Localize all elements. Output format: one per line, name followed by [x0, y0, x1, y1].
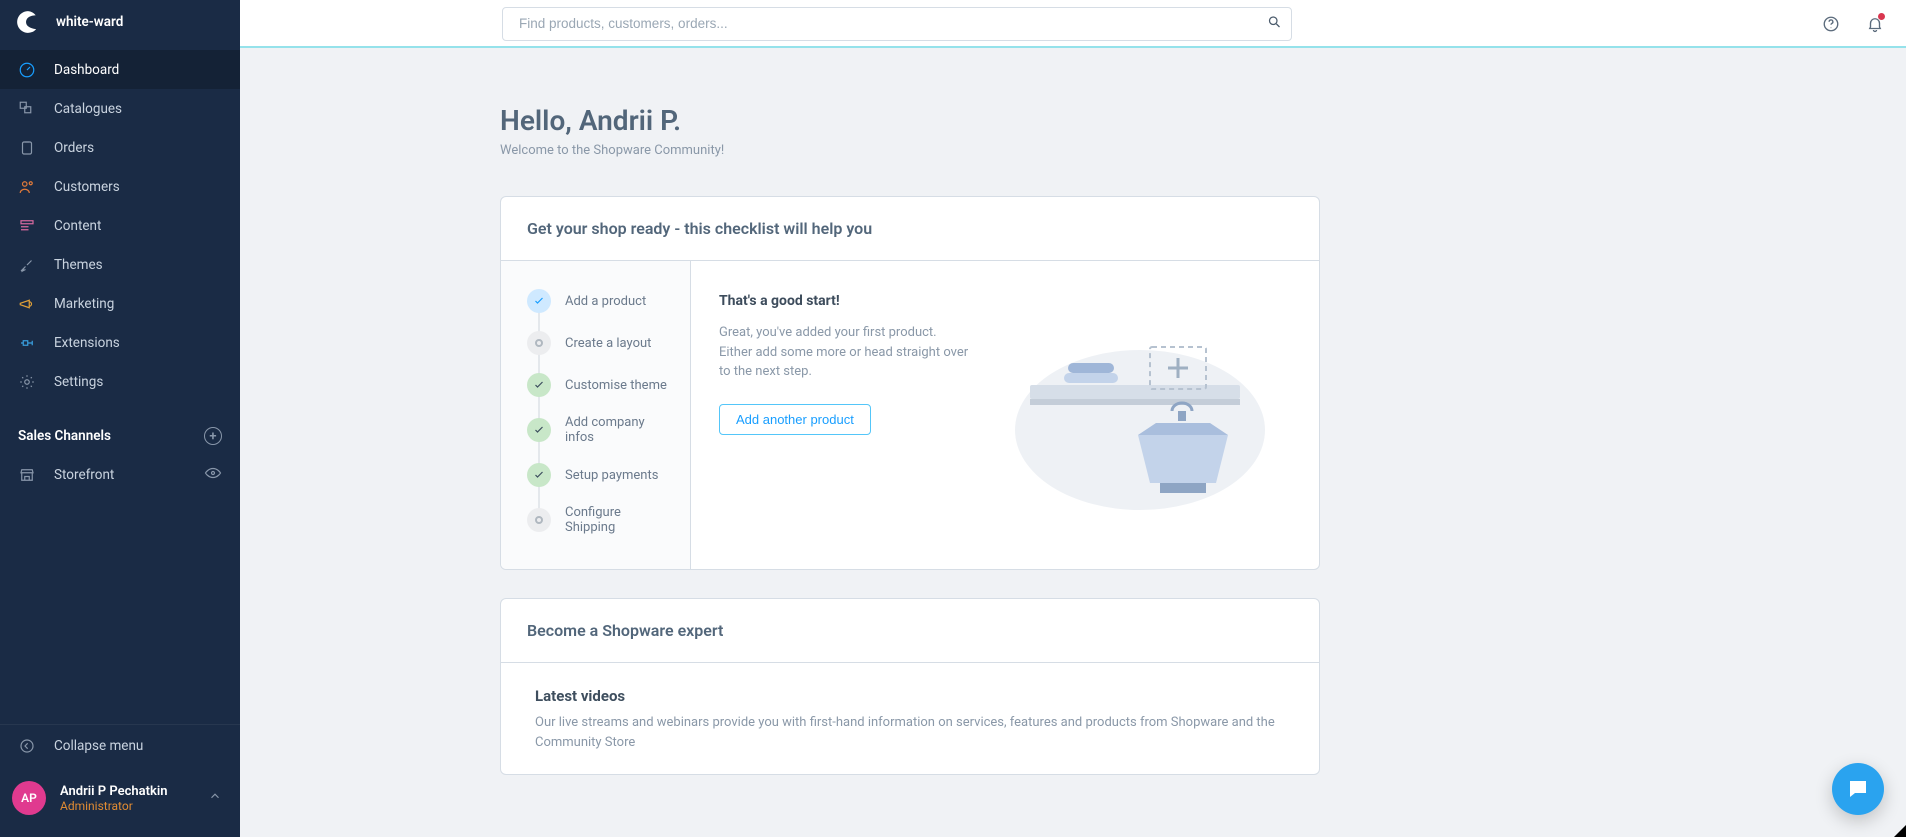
pending-icon — [527, 508, 551, 532]
megaphone-icon — [18, 295, 36, 313]
checklist-message-title: That's a good start! — [719, 293, 969, 309]
checklist-message: That's a good start! Great, you've added… — [719, 293, 969, 537]
user-role: Administrator — [60, 799, 167, 813]
sidebar-item-label: Content — [54, 218, 101, 234]
brand-name: white-ward — [56, 14, 123, 30]
help-button[interactable] — [1822, 15, 1840, 33]
sidebar-nav: Dashboard Catalogues Orders Customers — [0, 50, 240, 401]
checklist-step-setup-payments[interactable]: Setup payments — [527, 463, 672, 487]
expert-subheading: Latest videos — [501, 663, 1319, 713]
storefront-icon — [18, 466, 36, 484]
pending-icon — [527, 331, 551, 355]
brush-icon — [18, 256, 36, 274]
collapse-menu-label: Collapse menu — [54, 738, 143, 754]
sales-channels-heading-row: Sales Channels + — [0, 401, 240, 455]
topbar — [240, 0, 1906, 48]
chevron-up-icon — [208, 789, 222, 807]
sidebar-item-label: Customers — [54, 179, 120, 195]
sidebar-item-dashboard[interactable]: Dashboard — [0, 50, 240, 89]
checklist-step-label: Add a product — [565, 294, 646, 309]
checklist-step-label: Configure Shipping — [565, 505, 672, 535]
users-icon — [18, 178, 36, 196]
app-root: white-ward Dashboard Catalogues Orders — [0, 0, 1906, 837]
clipboard-icon — [18, 139, 36, 157]
checklist-card-title: Get your shop ready - this checklist wil… — [501, 197, 1319, 261]
checklist-step-customise-theme[interactable]: Customise theme — [527, 373, 672, 397]
check-icon — [527, 463, 551, 487]
sidebar-item-orders[interactable]: Orders — [0, 128, 240, 167]
check-icon — [527, 418, 551, 442]
sidebar-item-settings[interactable]: Settings — [0, 362, 240, 401]
chat-fab[interactable] — [1832, 763, 1884, 815]
search-wrap — [502, 7, 1292, 41]
top-actions — [1822, 15, 1884, 33]
expert-card: Become a Shopware expert Latest videos O… — [500, 598, 1320, 775]
checklist-step-add-product[interactable]: Add a product — [527, 289, 672, 313]
add-another-product-button[interactable]: Add another product — [719, 404, 871, 435]
plug-icon — [18, 334, 36, 352]
checklist-step-configure-shipping[interactable]: Configure Shipping — [527, 505, 672, 535]
sidebar-item-customers[interactable]: Customers — [0, 167, 240, 206]
checklist-step-company-infos[interactable]: Add company infos — [527, 415, 672, 445]
checklist-illustration — [989, 293, 1291, 537]
user-menu[interactable]: AP Andrii P Pechatkin Administrator — [0, 767, 240, 837]
sidebar-item-catalogues[interactable]: Catalogues — [0, 89, 240, 128]
search-icon[interactable] — [1267, 14, 1282, 33]
page-subtitle: Welcome to the Shopware Community! — [500, 143, 1320, 158]
sidebar-item-content[interactable]: Content — [0, 206, 240, 245]
expert-card-body: Latest videos Our live streams and webin… — [501, 663, 1319, 774]
gear-icon — [18, 373, 36, 391]
check-icon — [527, 373, 551, 397]
check-icon — [527, 289, 551, 313]
checklist-body: Add a product Create a layout Custom — [501, 261, 1319, 569]
sidebar-item-themes[interactable]: Themes — [0, 245, 240, 284]
checklist-step-label: Add company infos — [565, 415, 672, 445]
user-text: Andrii P Pechatkin Administrator — [60, 784, 167, 813]
sidebar-item-label: Extensions — [54, 335, 120, 351]
brand-logo — [14, 8, 42, 36]
checklist-steps: Add a product Create a layout Custom — [501, 261, 691, 569]
sidebar-item-label: Catalogues — [54, 101, 122, 117]
boxes-icon — [18, 100, 36, 118]
checklist-step-label: Setup payments — [565, 468, 658, 483]
search-input[interactable] — [502, 7, 1292, 41]
sidebar-item-label: Settings — [54, 374, 103, 390]
collapse-menu-button[interactable]: Collapse menu — [0, 724, 240, 767]
user-name: Andrii P Pechatkin — [60, 784, 167, 799]
checklist-step-create-layout[interactable]: Create a layout — [527, 331, 672, 355]
visibility-icon[interactable] — [204, 464, 222, 486]
layout-icon — [18, 217, 36, 235]
expert-card-title: Become a Shopware expert — [501, 599, 1319, 663]
sidebar-item-marketing[interactable]: Marketing — [0, 284, 240, 323]
page-title: Hello, Andrii P. — [500, 104, 1320, 137]
checklist-detail: That's a good start! Great, you've added… — [691, 261, 1319, 569]
gauge-icon — [18, 61, 36, 79]
collapse-icon — [18, 737, 36, 755]
sidebar-item-label: Marketing — [54, 296, 114, 312]
sidebar-item-label: Orders — [54, 140, 94, 156]
expert-description: Our live streams and webinars provide yo… — [501, 713, 1319, 774]
checklist-step-label: Customise theme — [565, 378, 667, 393]
sales-channel-storefront[interactable]: Storefront — [0, 455, 240, 495]
page-scroll[interactable]: Hello, Andrii P. Welcome to the Shopware… — [240, 48, 1906, 837]
sales-channel-label: Storefront — [54, 467, 114, 483]
page-inner: Hello, Andrii P. Welcome to the Shopware… — [500, 104, 1320, 775]
sales-channels-heading: Sales Channels — [18, 428, 111, 444]
sidebar-item-extensions[interactable]: Extensions — [0, 323, 240, 362]
checklist-message-body: Great, you've added your first product. … — [719, 323, 969, 382]
notifications-button[interactable] — [1866, 15, 1884, 33]
sidebar-item-label: Dashboard — [54, 62, 119, 78]
sidebar-header: white-ward — [0, 0, 240, 50]
checklist-step-label: Create a layout — [565, 336, 651, 351]
sidebar-item-label: Themes — [54, 257, 103, 273]
checklist-card: Get your shop ready - this checklist wil… — [500, 196, 1320, 570]
add-sales-channel-button[interactable]: + — [204, 427, 222, 445]
main-area: Hello, Andrii P. Welcome to the Shopware… — [240, 0, 1906, 837]
avatar: AP — [12, 781, 46, 815]
notification-dot — [1878, 13, 1885, 20]
sidebar: white-ward Dashboard Catalogues Orders — [0, 0, 240, 837]
